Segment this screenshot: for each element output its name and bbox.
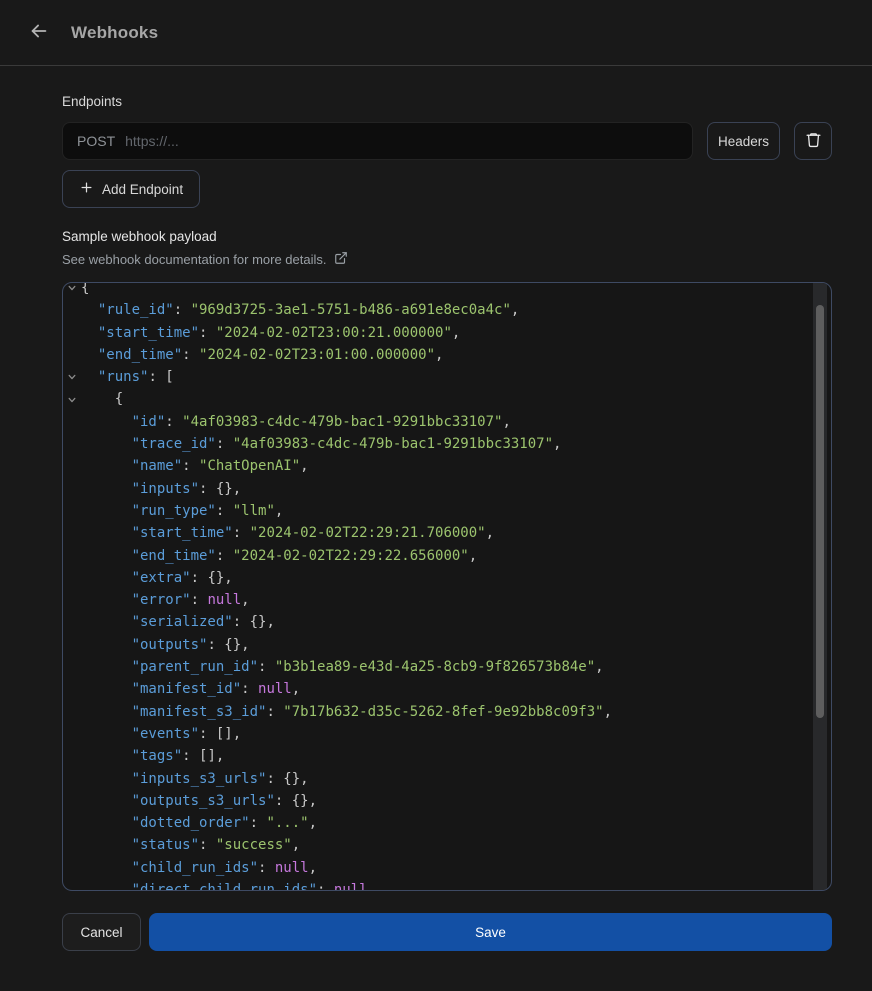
code-line: "child_run_ids": null, bbox=[63, 857, 831, 879]
fold-chevron-icon[interactable] bbox=[63, 282, 81, 299]
add-endpoint-button[interactable]: Add Endpoint bbox=[62, 170, 200, 208]
webhook-doc-link[interactable]: See webhook documentation for more detai… bbox=[62, 252, 327, 267]
save-button[interactable]: Save bbox=[149, 913, 832, 951]
url-field[interactable] bbox=[125, 133, 678, 149]
headers-button-label: Headers bbox=[718, 134, 769, 149]
gutter bbox=[63, 634, 81, 656]
gutter bbox=[63, 433, 81, 455]
code-line: "status": "success", bbox=[63, 834, 831, 856]
endpoint-row: POST Headers bbox=[62, 122, 832, 160]
delete-endpoint-button[interactable] bbox=[794, 122, 832, 160]
code-line: "run_type": "llm", bbox=[63, 500, 831, 522]
gutter bbox=[63, 768, 81, 790]
code-line: { bbox=[63, 388, 831, 410]
gutter bbox=[63, 411, 81, 433]
gutter bbox=[63, 857, 81, 879]
gutter bbox=[63, 812, 81, 834]
code-line: "parent_run_id": "b3b1ea89-e43d-4a25-8cb… bbox=[63, 656, 831, 678]
code-lines: { "rule_id": "969d3725-3ae1-5751-b486-a6… bbox=[63, 282, 831, 891]
code-line: "error": null, bbox=[63, 589, 831, 611]
gutter bbox=[63, 656, 81, 678]
code-line: "extra": {}, bbox=[63, 567, 831, 589]
code-line: "end_time": "2024-02-02T22:29:22.656000"… bbox=[63, 545, 831, 567]
code-line: "manifest_id": null, bbox=[63, 678, 831, 700]
doc-row: See webhook documentation for more detai… bbox=[62, 251, 832, 268]
plus-icon bbox=[79, 180, 94, 198]
code-line: "outputs_s3_urls": {}, bbox=[63, 790, 831, 812]
external-link-icon[interactable] bbox=[334, 251, 348, 268]
gutter bbox=[63, 455, 81, 477]
gutter bbox=[63, 678, 81, 700]
endpoint-url-input[interactable]: POST bbox=[62, 122, 693, 160]
editor-scrollbar-track[interactable] bbox=[813, 283, 827, 890]
code-line: "id": "4af03983-c4dc-479b-bac1-9291bbc33… bbox=[63, 411, 831, 433]
code-line: "manifest_s3_id": "7b17b632-d35c-5262-8f… bbox=[63, 701, 831, 723]
code-line: "outputs": {}, bbox=[63, 634, 831, 656]
cancel-button[interactable]: Cancel bbox=[62, 913, 141, 951]
gutter bbox=[63, 790, 81, 812]
code-line: "events": [], bbox=[63, 723, 831, 745]
code-line: "end_time": "2024-02-02T23:01:00.000000"… bbox=[63, 344, 831, 366]
code-line: "inputs_s3_urls": {}, bbox=[63, 768, 831, 790]
trash-icon bbox=[805, 131, 822, 151]
back-button[interactable] bbox=[24, 16, 54, 49]
gutter bbox=[63, 500, 81, 522]
code-line: "tags": [], bbox=[63, 745, 831, 767]
add-endpoint-label: Add Endpoint bbox=[102, 182, 183, 197]
code-line: "start_time": "2024-02-02T22:29:21.70600… bbox=[63, 522, 831, 544]
fold-chevron-icon[interactable] bbox=[63, 388, 81, 410]
code-line: "name": "ChatOpenAI", bbox=[63, 455, 831, 477]
gutter bbox=[63, 879, 81, 891]
gutter bbox=[63, 545, 81, 567]
endpoints-label: Endpoints bbox=[62, 94, 832, 109]
gutter bbox=[63, 299, 81, 321]
headers-button[interactable]: Headers bbox=[707, 122, 780, 160]
code-line: "trace_id": "4af03983-c4dc-479b-bac1-929… bbox=[63, 433, 831, 455]
gutter bbox=[63, 344, 81, 366]
gutter bbox=[63, 478, 81, 500]
top-bar: Webhooks bbox=[0, 0, 872, 66]
code-line: "serialized": {}, bbox=[63, 611, 831, 633]
back-arrow-icon bbox=[28, 20, 50, 45]
gutter bbox=[63, 567, 81, 589]
gutter bbox=[63, 723, 81, 745]
gutter bbox=[63, 522, 81, 544]
gutter bbox=[63, 701, 81, 723]
gutter bbox=[63, 611, 81, 633]
code-line: "direct_child_run_ids": null bbox=[63, 879, 831, 891]
code-line: "start_time": "2024-02-02T23:00:21.00000… bbox=[63, 322, 831, 344]
fold-chevron-icon[interactable] bbox=[63, 366, 81, 388]
gutter bbox=[63, 745, 81, 767]
editor-scrollbar-thumb[interactable] bbox=[816, 305, 824, 718]
code-line: "inputs": {}, bbox=[63, 478, 831, 500]
code-line: { bbox=[63, 282, 831, 299]
method-label: POST bbox=[77, 133, 115, 149]
footer-actions: Cancel Save bbox=[62, 913, 832, 951]
webhooks-panel: Endpoints POST Headers Add Endpoint Samp… bbox=[0, 94, 872, 951]
code-line: "rule_id": "969d3725-3ae1-5751-b486-a691… bbox=[63, 299, 831, 321]
payload-editor[interactable]: { "rule_id": "969d3725-3ae1-5751-b486-a6… bbox=[62, 282, 832, 891]
gutter bbox=[63, 322, 81, 344]
gutter bbox=[63, 589, 81, 611]
gutter bbox=[63, 834, 81, 856]
payload-title: Sample webhook payload bbox=[62, 229, 832, 244]
page-title: Webhooks bbox=[71, 23, 158, 43]
code-line: "runs": [ bbox=[63, 366, 831, 388]
code-line: "dotted_order": "...", bbox=[63, 812, 831, 834]
